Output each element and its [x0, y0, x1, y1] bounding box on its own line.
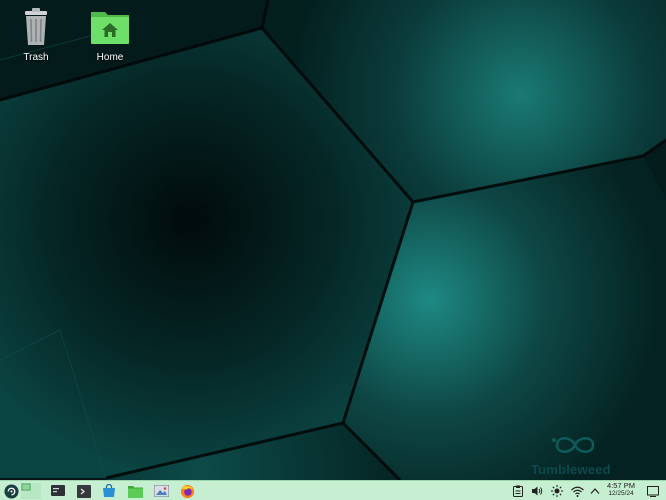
taskbar: 4:57 PM 12/25/24 — [0, 480, 666, 500]
firefox-icon — [180, 484, 194, 498]
clipboard-icon — [513, 485, 523, 497]
brightness-tray-button[interactable] — [550, 483, 564, 499]
speaker-icon — [532, 486, 543, 496]
file-manager[interactable] — [127, 483, 143, 499]
desktop-icon-label: Trash — [23, 52, 49, 63]
show-desktop-button[interactable] — [646, 483, 660, 499]
network-tray-button[interactable] — [569, 483, 585, 499]
terminal-icon — [77, 484, 91, 498]
desktop-wallpaper — [0, 0, 666, 480]
virtual-desktop-pager[interactable] — [21, 483, 41, 499]
home-folder-icon — [91, 12, 129, 44]
store-icon — [103, 484, 115, 497]
watermark-text: Tumbleweed — [531, 462, 611, 477]
terminal[interactable] — [76, 483, 92, 499]
opensuse-logo-icon — [3, 483, 19, 499]
software-store[interactable] — [101, 483, 117, 499]
infinity-logo-icon — [552, 437, 595, 453]
system-monitor[interactable] — [50, 483, 66, 499]
tumbleweed-watermark: Tumbleweed — [527, 428, 623, 478]
trash-icon — [25, 8, 47, 45]
clock-date: 12/25/24 — [608, 490, 634, 497]
pager-icon — [21, 483, 41, 499]
sun-icon — [551, 485, 563, 497]
clipboard-tray-button[interactable] — [511, 483, 525, 499]
chevron-up-icon — [590, 488, 600, 494]
desktop-icon-label: Home — [96, 52, 124, 63]
show-hidden-icons-button[interactable] — [589, 483, 601, 499]
desktop-icon-home[interactable]: Home — [75, 5, 145, 63]
firefox[interactable] — [179, 483, 195, 499]
wifi-icon — [570, 486, 584, 497]
volume-tray-button[interactable] — [530, 483, 544, 499]
clock-time: 4:57 PM — [607, 481, 635, 490]
image-viewer[interactable] — [153, 483, 169, 499]
monitor-icon — [51, 484, 65, 496]
show-desktop-icon — [647, 485, 659, 497]
digital-clock[interactable]: 4:57 PM 12/25/24 — [602, 482, 640, 498]
application-launcher[interactable] — [3, 483, 19, 499]
desktop-icon-trash[interactable]: Trash — [1, 5, 71, 63]
image-viewer-icon — [153, 485, 169, 497]
folder-icon — [127, 485, 143, 498]
